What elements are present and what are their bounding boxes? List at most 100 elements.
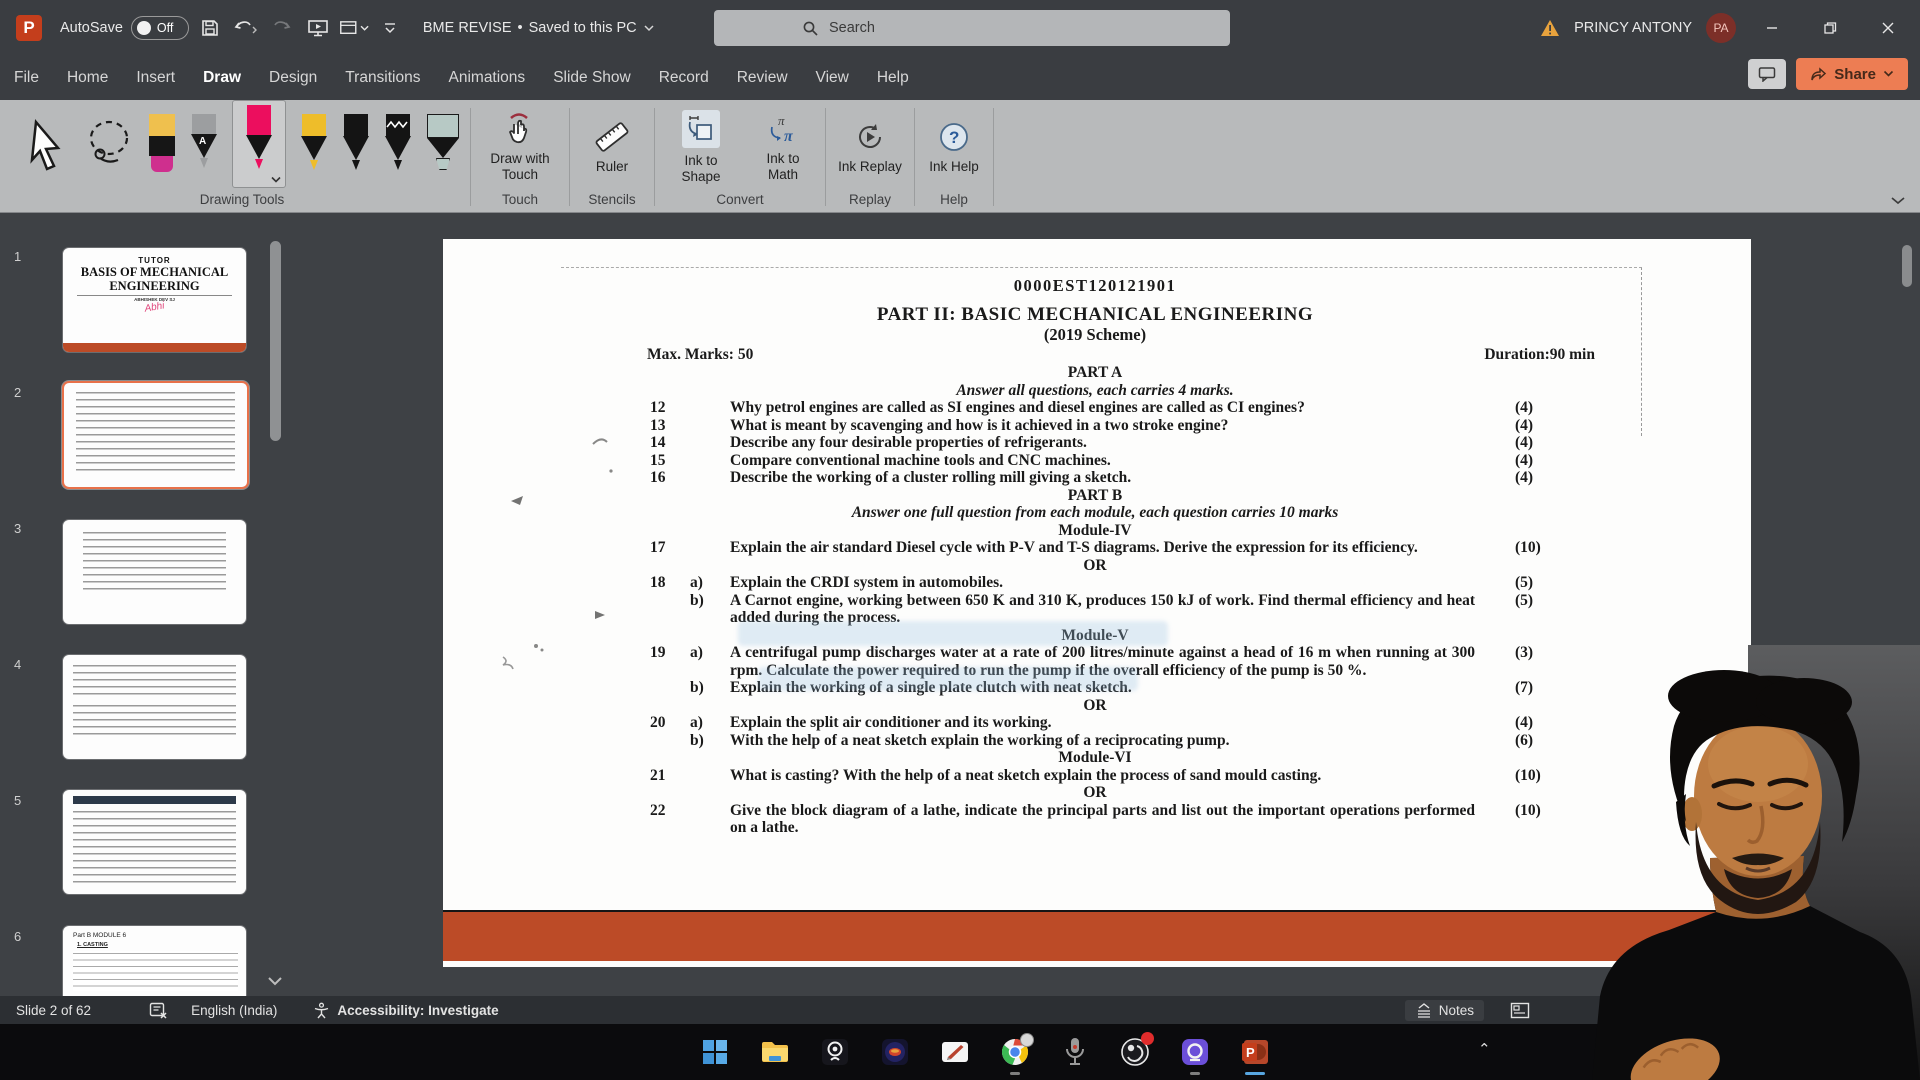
draw-with-touch-button[interactable]: Draw with Touch [481, 112, 559, 183]
search-input[interactable]: Search [714, 10, 1230, 46]
paper-scheme: (2019 Scheme) [595, 326, 1595, 344]
show-hidden-icons-chevron[interactable]: ⌃ [1478, 1040, 1491, 1058]
taskbar-icon-camera-app[interactable] [820, 1037, 850, 1067]
slide-thumbnail-1[interactable]: TUTOR BASIS OF MECHANICAL ENGINEERING AB… [62, 247, 247, 353]
accessibility-status[interactable]: Accessibility: Investigate [313, 1002, 498, 1019]
tab-transitions[interactable]: Transitions [331, 55, 434, 100]
question-number: 13 [650, 417, 690, 435]
question-number [650, 679, 690, 697]
question-subletter [690, 469, 730, 487]
lasso-select-tool[interactable] [84, 116, 134, 178]
taskbar-icon-file-explorer[interactable] [760, 1037, 790, 1067]
pen-black-tool[interactable] [342, 114, 370, 180]
pen-red-selected-tool[interactable] [232, 100, 286, 188]
question-subletter: b) [690, 679, 730, 697]
taskbar-icon-obs-studio[interactable] [1120, 1037, 1150, 1067]
tab-insert[interactable]: Insert [122, 55, 189, 100]
collapse-ribbon-button[interactable] [1890, 196, 1906, 206]
pen-gray-tool[interactable]: A [190, 114, 218, 180]
avatar[interactable]: PA [1706, 13, 1736, 43]
draw-with-touch-label: Draw with Touch [481, 151, 559, 183]
tab-slide-show[interactable]: Slide Show [539, 55, 645, 100]
autosave-toggle[interactable]: Off [131, 16, 189, 40]
taskbar-icon-camera-purple[interactable] [1180, 1037, 1210, 1067]
slide-canvas[interactable]: 0000EST120121901 PART II: BASIC MECHANIC… [443, 239, 1751, 967]
powerpoint-app-icon[interactable]: P [16, 15, 42, 41]
restore-button[interactable] [1808, 8, 1852, 48]
language-indicator[interactable]: English (India) [191, 1003, 277, 1018]
pen-options-chevron-icon[interactable] [270, 176, 282, 184]
eraser-tool[interactable] [148, 114, 176, 180]
stencils-group-label: Stencils [588, 190, 635, 212]
ink-replay-button[interactable]: Ink Replay [836, 120, 904, 175]
autosave-control[interactable]: AutoSave Off [60, 16, 189, 40]
select-tool[interactable] [24, 118, 70, 176]
question-number [650, 732, 690, 750]
notes-button[interactable]: Notes [1405, 1000, 1484, 1021]
slide-thumbnail-5[interactable] [62, 789, 247, 895]
ink-to-math-button[interactable]: ππ Ink to Math [751, 112, 815, 183]
redo-button[interactable] [267, 13, 297, 43]
minimize-button[interactable] [1750, 8, 1794, 48]
draw-ribbon: A [0, 100, 1920, 213]
pen-texture-tool[interactable] [384, 114, 412, 180]
zigzag-pattern-icon [386, 120, 410, 130]
ruler-button[interactable]: Ruler [580, 120, 644, 175]
pen-yellow-tool[interactable] [300, 114, 328, 180]
ink-to-shape-icon [686, 114, 716, 144]
accessibility-icon [313, 1002, 330, 1019]
share-button[interactable]: Share [1796, 58, 1908, 90]
tab-draw[interactable]: Draw [189, 55, 255, 100]
save-button[interactable] [195, 13, 225, 43]
ink-help-button[interactable]: ? Ink Help [925, 120, 983, 175]
question-subletter [690, 452, 730, 470]
user-name[interactable]: PRINCY ANTONY [1574, 20, 1692, 36]
thumbnail-scrollbar[interactable] [270, 241, 281, 441]
taskbar-icon-chrome[interactable] [1000, 1037, 1030, 1067]
new-slide-button[interactable] [339, 13, 369, 43]
question-text: Give the block diagram of a lathe, indic… [730, 802, 1475, 837]
start-slideshow-button[interactable] [303, 13, 333, 43]
tab-file[interactable]: File [0, 55, 53, 100]
duration: Duration:90 min [1484, 346, 1595, 364]
slide-number: 5 [14, 793, 21, 808]
taskbar-icon-start[interactable] [700, 1037, 730, 1067]
question-text: Describe any four desirable properties o… [730, 434, 1475, 452]
taskbar-icon-journal-app[interactable] [940, 1037, 970, 1067]
tab-record[interactable]: Record [645, 55, 723, 100]
normal-view-button[interactable] [1510, 1002, 1530, 1019]
thumbnail-scroll-down-icon[interactable] [266, 976, 284, 988]
tab-animations[interactable]: Animations [435, 55, 540, 100]
section-heading: OR [595, 557, 1595, 575]
slide-thumbnail-3[interactable] [62, 519, 247, 625]
ink-to-shape-button[interactable]: Ink to Shape [665, 110, 737, 185]
canvas-scrollbar[interactable] [1902, 245, 1912, 287]
paper-code: 0000EST120121901 [595, 277, 1595, 295]
tab-view[interactable]: View [802, 55, 863, 100]
quick-access-overflow-button[interactable] [375, 13, 405, 43]
taskbar-icon-meet-app[interactable] [880, 1037, 910, 1067]
spellcheck-button[interactable] [149, 1002, 169, 1019]
undo-button[interactable] [231, 13, 261, 43]
slide-thumbnail-4[interactable] [62, 654, 247, 760]
close-button[interactable] [1866, 8, 1910, 48]
tab-design[interactable]: Design [255, 55, 331, 100]
highlighter-tool[interactable] [426, 114, 460, 180]
tab-help[interactable]: Help [863, 55, 923, 100]
comments-button[interactable] [1748, 59, 1786, 89]
question-marks: (6) [1515, 732, 1533, 750]
slide-thumbnail-2-selected[interactable] [62, 381, 249, 489]
share-label: Share [1834, 66, 1876, 83]
taskbar-icon-microphone-app[interactable] [1060, 1037, 1090, 1067]
question-subletter [690, 767, 730, 785]
ink-help-icon: ? [937, 120, 971, 154]
slide-thumbnail-6[interactable]: Part B MODULE 6 1. CASTING [62, 925, 247, 998]
tab-home[interactable]: Home [53, 55, 122, 100]
question-number [650, 592, 690, 627]
tab-review[interactable]: Review [723, 55, 802, 100]
taskbar-icon-powerpoint[interactable]: P [1240, 1037, 1270, 1067]
document-title[interactable]: BME REVISE • Saved to this PC [423, 20, 655, 36]
ink-replay-label: Ink Replay [838, 159, 902, 175]
warning-icon[interactable] [1540, 18, 1560, 38]
tutor-logo: TUTOR [63, 256, 246, 265]
